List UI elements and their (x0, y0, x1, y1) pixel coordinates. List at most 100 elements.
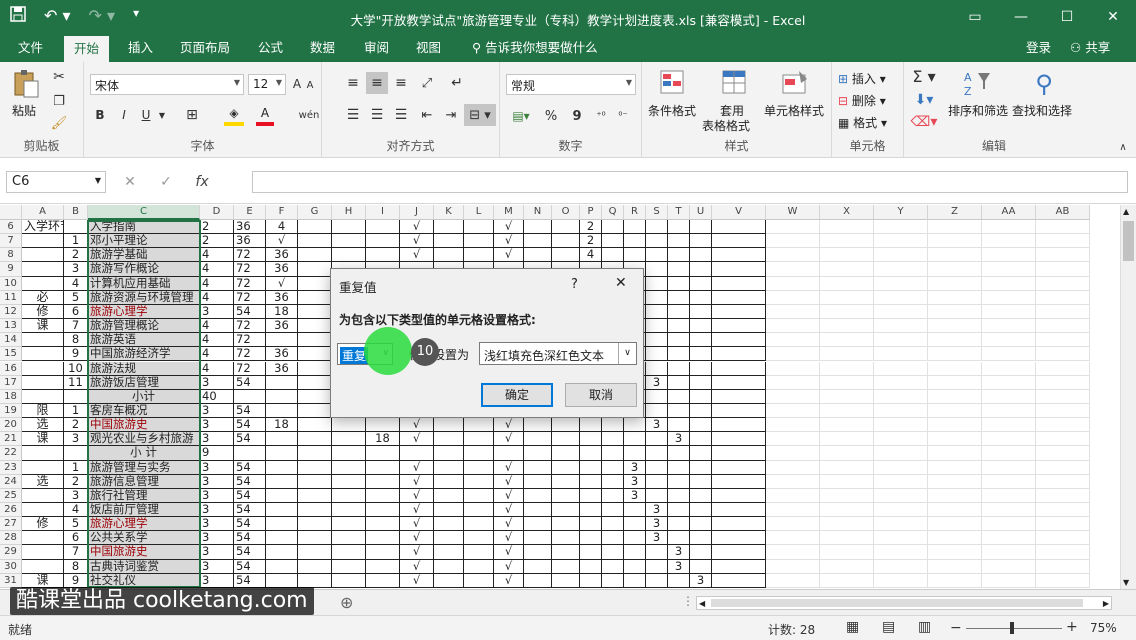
table-cell[interactable]: 计算机应用基础 (88, 276, 200, 291)
table-cell[interactable]: 9 (64, 347, 88, 362)
table-cell[interactable] (464, 559, 494, 574)
zoom-level[interactable]: 75% (1090, 621, 1117, 635)
table-cell[interactable] (820, 361, 874, 376)
table-cell[interactable]: √ (494, 517, 524, 532)
table-cell[interactable] (820, 531, 874, 546)
table-cell[interactable] (1036, 375, 1090, 390)
zoom-slider-thumb[interactable] (1010, 622, 1014, 634)
table-cell[interactable] (928, 375, 982, 390)
table-cell[interactable]: 36 (266, 347, 298, 362)
table-cell[interactable] (690, 333, 712, 348)
column-header[interactable]: E (234, 205, 266, 220)
cell-styles-icon[interactable] (780, 68, 810, 98)
table-cell[interactable] (928, 234, 982, 249)
table-cell[interactable] (22, 276, 64, 291)
table-cell[interactable]: 邓小平理论 (88, 234, 200, 249)
table-cell[interactable] (400, 446, 434, 461)
table-cell[interactable] (646, 403, 668, 419)
table-cell[interactable] (712, 403, 766, 419)
table-cell[interactable] (928, 248, 982, 263)
format-as-table-icon[interactable] (720, 68, 750, 98)
table-cell[interactable]: 18 (266, 304, 298, 320)
table-cell[interactable] (820, 389, 874, 404)
table-cell[interactable] (766, 517, 820, 532)
table-cell[interactable]: 2 (64, 474, 88, 489)
table-cell[interactable] (366, 488, 400, 503)
table-cell[interactable] (22, 446, 64, 461)
table-cell[interactable] (22, 559, 64, 574)
align-right-icon[interactable]: ☰ (390, 104, 412, 126)
table-cell[interactable] (434, 418, 464, 433)
table-cell[interactable] (298, 503, 332, 518)
table-cell[interactable] (1036, 474, 1090, 489)
table-cell[interactable]: 1 (64, 460, 88, 475)
table-cell[interactable] (524, 503, 552, 518)
table-cell[interactable]: 中国旅游史 (88, 545, 200, 560)
table-cell[interactable] (982, 432, 1036, 447)
table-cell[interactable] (552, 559, 580, 574)
align-middle-icon[interactable]: ≡ (366, 72, 388, 94)
table-cell[interactable] (298, 488, 332, 503)
table-cell[interactable] (982, 234, 1036, 249)
table-cell[interactable] (434, 573, 464, 588)
row-header[interactable]: 20 (0, 418, 22, 433)
table-cell[interactable] (982, 333, 1036, 348)
accounting-format-icon[interactable]: ▤▾ (508, 106, 534, 126)
table-cell[interactable] (366, 418, 400, 433)
table-cell[interactable]: 3 (200, 488, 234, 503)
table-cell[interactable] (928, 276, 982, 291)
table-cell[interactable] (332, 503, 366, 518)
table-cell[interactable] (874, 418, 928, 433)
table-cell[interactable] (580, 559, 602, 574)
table-cell[interactable]: 2 (200, 234, 234, 249)
table-cell[interactable]: √ (400, 559, 434, 574)
table-cell[interactable]: √ (400, 531, 434, 546)
table-cell[interactable] (580, 418, 602, 433)
confirm-icon[interactable]: ✓ (148, 174, 184, 190)
table-cell[interactable] (234, 446, 266, 461)
table-cell[interactable] (874, 248, 928, 263)
column-header[interactable]: X (820, 205, 874, 220)
table-cell[interactable] (298, 248, 332, 263)
table-cell[interactable] (552, 432, 580, 447)
table-cell[interactable]: 36 (234, 220, 266, 235)
table-cell[interactable] (712, 432, 766, 447)
table-cell[interactable] (64, 446, 88, 461)
align-left-icon[interactable]: ☰ (342, 104, 364, 126)
table-cell[interactable] (434, 488, 464, 503)
table-cell[interactable] (552, 531, 580, 546)
table-cell[interactable] (928, 446, 982, 461)
table-cell[interactable] (266, 333, 298, 348)
table-cell[interactable]: 旅游法规 (88, 361, 200, 376)
table-cell[interactable]: 4 (200, 319, 234, 334)
column-header[interactable]: M (494, 205, 524, 220)
table-cell[interactable] (332, 234, 366, 249)
table-cell[interactable] (1036, 319, 1090, 334)
table-cell[interactable] (602, 446, 624, 461)
table-cell[interactable] (552, 573, 580, 588)
table-cell[interactable] (766, 446, 820, 461)
paste-label[interactable]: 粘贴 (12, 102, 36, 119)
table-cell[interactable] (690, 517, 712, 532)
help-button[interactable]: ? (571, 277, 578, 292)
table-cell[interactable] (766, 531, 820, 546)
table-cell[interactable] (646, 333, 668, 348)
table-cell[interactable] (602, 488, 624, 503)
table-cell[interactable] (580, 503, 602, 518)
table-cell[interactable]: √ (400, 517, 434, 532)
table-cell[interactable] (464, 220, 494, 235)
table-cell[interactable] (690, 304, 712, 320)
table-cell[interactable]: √ (400, 432, 434, 447)
table-cell[interactable]: 40 (200, 389, 234, 404)
table-cell[interactable]: 3 (200, 403, 234, 419)
table-cell[interactable]: √ (400, 488, 434, 503)
table-cell[interactable] (712, 375, 766, 390)
table-cell[interactable] (928, 559, 982, 574)
row-header[interactable]: 6 (0, 220, 22, 235)
column-header[interactable]: A (22, 205, 64, 220)
table-cell[interactable] (524, 573, 552, 588)
table-cell[interactable] (624, 503, 646, 518)
table-cell[interactable] (690, 389, 712, 404)
table-cell[interactable] (646, 488, 668, 503)
table-cell[interactable] (602, 559, 624, 574)
